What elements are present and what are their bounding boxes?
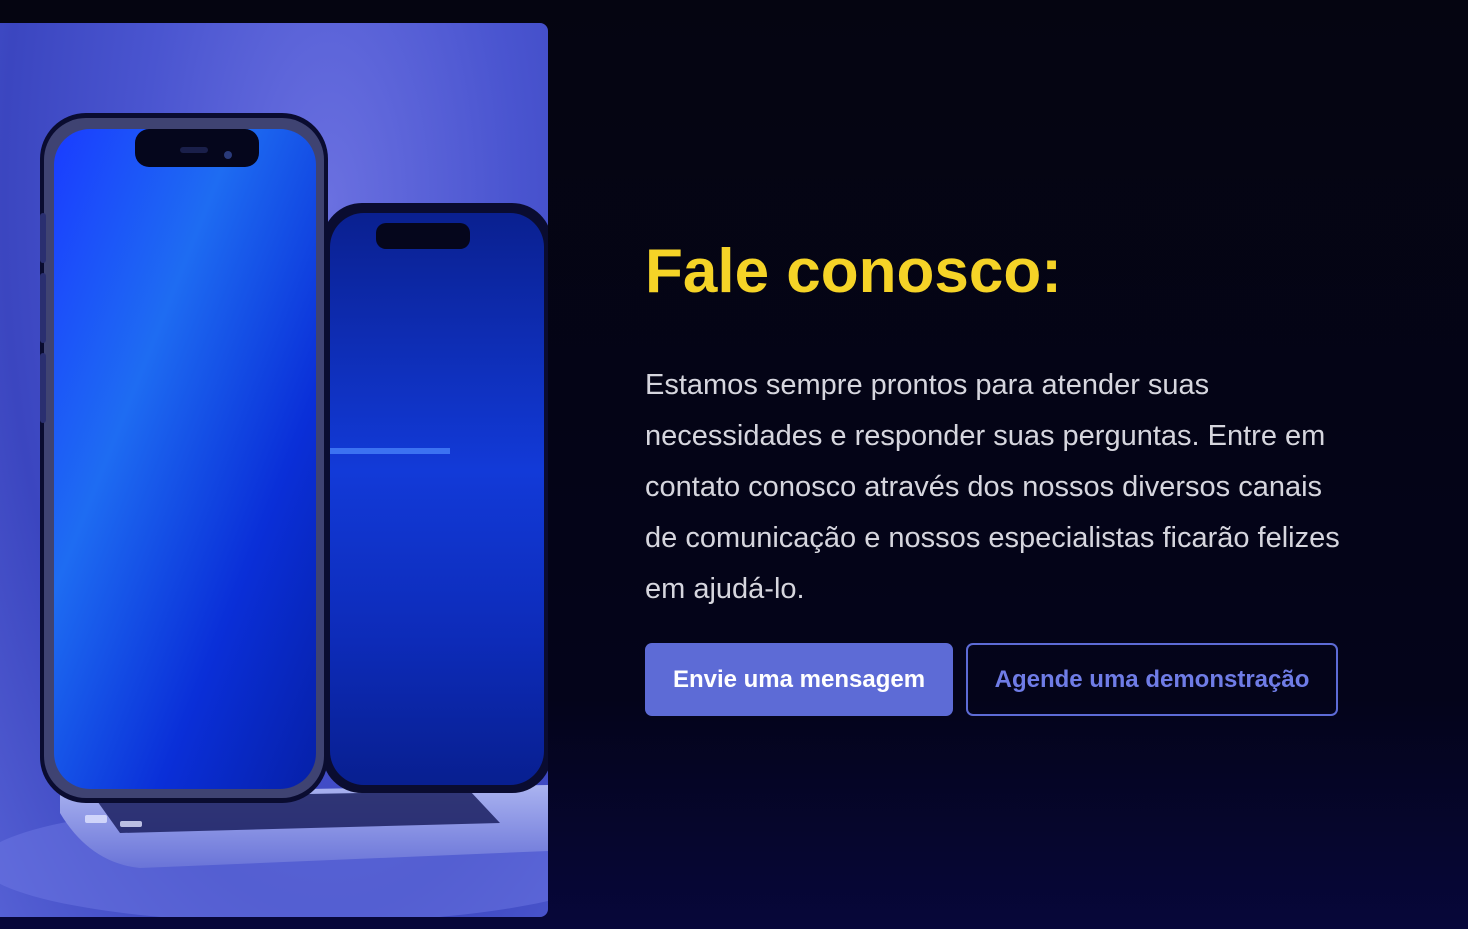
phones-laptop-illustration: [0, 113, 548, 917]
send-message-button[interactable]: Envie uma mensagem: [645, 643, 953, 716]
hero-image: [0, 23, 548, 917]
schedule-demo-button[interactable]: Agende uma demonstração: [966, 643, 1338, 716]
page-title: Fale conosco:: [645, 237, 1062, 306]
contact-section: Fale conosco: Estamos sempre prontos par…: [645, 232, 1365, 716]
contact-description: Estamos sempre prontos para atender suas…: [645, 369, 1340, 605]
action-buttons: Envie uma mensagem Agende uma demonstraç…: [645, 643, 1365, 716]
